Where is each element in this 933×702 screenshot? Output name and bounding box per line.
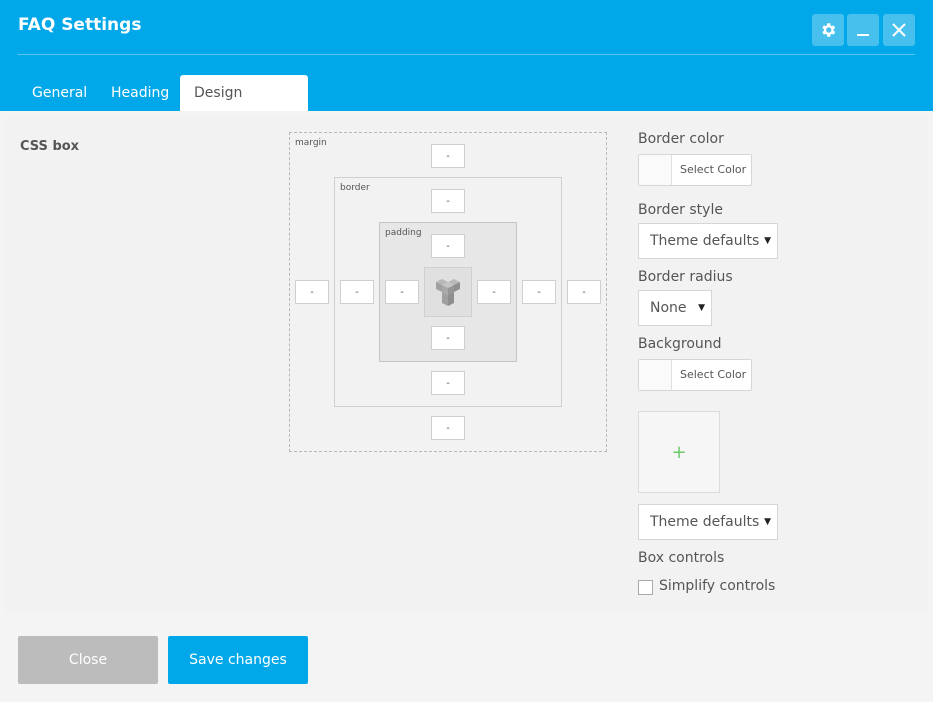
simplify-controls-label[interactable]: Simplify controls xyxy=(659,578,775,594)
modal-title: FAQ Settings xyxy=(18,15,142,35)
background-color-button-label: Select Color xyxy=(680,368,747,381)
border-top-input[interactable] xyxy=(431,189,465,213)
border-color-swatch xyxy=(639,155,672,185)
dropdown-arrow-icon: ▼ xyxy=(764,517,771,527)
box-controls-label: Box controls xyxy=(638,550,725,566)
border-radius-label: Border radius xyxy=(638,269,733,285)
background-label: Background xyxy=(638,336,722,352)
border-color-label: Border color xyxy=(638,131,724,147)
tab-general[interactable]: General xyxy=(18,75,101,111)
border-style-select[interactable]: Theme defaults ▼ xyxy=(638,223,778,259)
settings-button[interactable] xyxy=(812,14,844,46)
minimize-icon xyxy=(857,34,869,36)
background-style-value: Theme defaults xyxy=(650,514,760,530)
border-color-button[interactable]: Select Color xyxy=(638,154,752,186)
padding-bottom-input[interactable] xyxy=(431,326,465,350)
padding-label: padding xyxy=(385,228,422,238)
border-bottom-input[interactable] xyxy=(431,371,465,395)
padding-right-input[interactable] xyxy=(477,280,511,304)
background-color-button[interactable]: Select Color xyxy=(638,359,752,391)
padding-top-input[interactable] xyxy=(431,234,465,258)
margin-label: margin xyxy=(295,138,327,148)
add-background-image-button[interactable]: + xyxy=(638,411,720,493)
minimize-button[interactable] xyxy=(847,14,879,46)
border-style-label: Border style xyxy=(638,202,723,218)
margin-bottom-input[interactable] xyxy=(431,416,465,440)
logo-cube-icon xyxy=(436,279,460,306)
background-color-swatch xyxy=(639,360,672,390)
dropdown-arrow-icon: ▼ xyxy=(764,236,771,246)
content-box xyxy=(424,267,472,317)
border-radius-value: None xyxy=(650,300,687,316)
header-divider xyxy=(18,54,915,55)
save-changes-button[interactable]: Save changes xyxy=(168,636,308,684)
close-window-button[interactable] xyxy=(883,14,915,46)
close-icon xyxy=(892,23,906,37)
border-label: border xyxy=(340,183,370,193)
border-radius-select[interactable]: None ▼ xyxy=(638,290,712,326)
border-color-button-label: Select Color xyxy=(680,163,747,176)
margin-left-input[interactable] xyxy=(295,280,329,304)
padding-left-input[interactable] xyxy=(385,280,419,304)
plus-icon: + xyxy=(671,441,687,463)
border-left-input[interactable] xyxy=(340,280,374,304)
tab-design-options[interactable]: Design Options xyxy=(180,75,308,137)
simplify-controls-checkbox[interactable] xyxy=(638,580,653,595)
border-style-value: Theme defaults xyxy=(650,233,760,249)
modal-header: FAQ Settings General Heading Design Opti… xyxy=(0,0,933,137)
css-box-label: CSS box xyxy=(20,139,80,154)
margin-top-input[interactable] xyxy=(431,144,465,168)
dropdown-arrow-icon: ▼ xyxy=(698,303,705,313)
background-style-select[interactable]: Theme defaults ▼ xyxy=(638,504,778,540)
gear-icon xyxy=(822,23,836,37)
tab-heading[interactable]: Heading xyxy=(97,75,183,111)
close-button[interactable]: Close xyxy=(18,636,158,684)
margin-right-input[interactable] xyxy=(567,280,601,304)
border-right-input[interactable] xyxy=(522,280,556,304)
